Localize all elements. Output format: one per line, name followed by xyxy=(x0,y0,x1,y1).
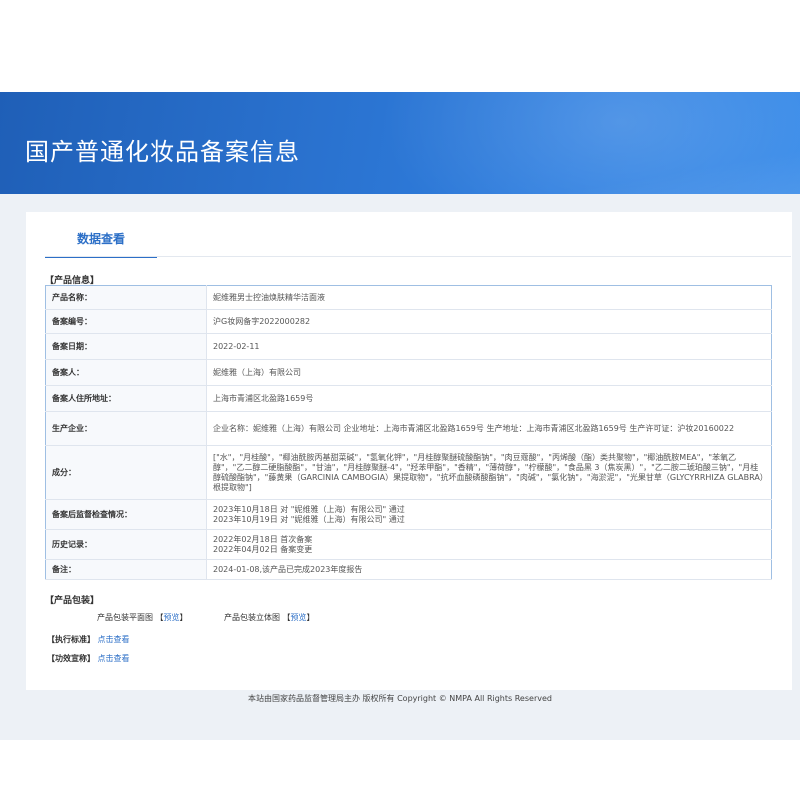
packaging-solid: 产品包装立体图 【预览】 xyxy=(224,613,315,622)
info-row-value: 2024-01-08,该产品已完成2023年度报告 xyxy=(206,559,772,580)
product-info-table: 产品名称： 妮维雅男士控油焕肤精华洁面液 备案编号： 沪G妆网备字2022000282… xyxy=(45,285,772,580)
standard-view-link[interactable]: 点击查看 xyxy=(98,635,130,644)
packaging-flat-preview-link[interactable]: 预览 xyxy=(164,613,180,622)
info-row: 产品名称： 妮维雅男士控油焕肤精华洁面液 xyxy=(45,285,772,310)
info-row-value: 2022-02-11 xyxy=(206,333,772,360)
packaging-solid-preview-link[interactable]: 预览 xyxy=(291,613,307,622)
info-row-value: 2022年02月18日 首次备案 2022年04月02日 备案变更 xyxy=(206,529,772,560)
info-row: 生产企业： 企业名称：妮维雅（上海）有限公司 企业地址：上海市青浦区北盈路1659… xyxy=(45,411,772,446)
efficacy-view-link[interactable]: 点击查看 xyxy=(98,654,130,663)
info-row-label: 备案日期： xyxy=(45,333,207,360)
standard-row: 【执行标准】 点击查看 xyxy=(47,634,130,645)
info-row-value: 2023年10月18日 对 "妮维雅（上海）有限公司" 通过 2023年10月1… xyxy=(206,499,772,530)
info-row: 备案人： 妮维雅（上海）有限公司 xyxy=(45,359,772,386)
info-row-label: 备案人： xyxy=(45,359,207,386)
packaging-flat-label: 产品包装平面图 xyxy=(97,613,153,622)
efficacy-label: 【功效宣称】 xyxy=(47,654,95,663)
info-row: 备案后监督检查情况： 2023年10月18日 对 "妮维雅（上海）有限公司" 通过… xyxy=(45,499,772,530)
standard-label: 【执行标准】 xyxy=(47,635,95,644)
info-row: 备案人住所地址： 上海市青浦区北盈路1659号 xyxy=(45,385,772,412)
tab-divider xyxy=(45,256,791,257)
info-row-value: 企业名称：妮维雅（上海）有限公司 企业地址：上海市青浦区北盈路1659号 生产地… xyxy=(206,411,772,446)
tab-data-view[interactable]: 数据查看 xyxy=(45,226,157,258)
info-row-label: 成分： xyxy=(45,445,207,500)
info-row-label: 备注： xyxy=(45,559,207,580)
info-row-label: 备案编号： xyxy=(45,309,207,334)
info-row-label: 备案后监督检查情况： xyxy=(45,499,207,530)
info-row: 备案编号： 沪G妆网备字2022000282 xyxy=(45,309,772,334)
footer-copyright: 本站由国家药品监督管理局主办 版权所有 Copyright © NMPA All… xyxy=(248,694,552,703)
info-row: 备案日期： 2022-02-11 xyxy=(45,333,772,360)
packaging-solid-label: 产品包装立体图 xyxy=(224,613,280,622)
info-row: 备注： 2024-01-08,该产品已完成2023年度报告 xyxy=(45,559,772,580)
info-row-value: 沪G妆网备字2022000282 xyxy=(206,309,772,334)
info-row-value: 妮维雅男士控油焕肤精华洁面液 xyxy=(206,285,772,310)
info-row-value: ["水"，"月桂酸"，"椰油酰胺丙基甜菜碱"，"氢氧化钾"，"月桂醇聚醚硫酸酯钠… xyxy=(206,445,772,500)
page-title: 国产普通化妆品备案信息 xyxy=(25,138,300,166)
info-row: 成分： ["水"，"月桂酸"，"椰油酰胺丙基甜菜碱"，"氢氧化钾"，"月桂醇聚醚硫… xyxy=(45,445,772,500)
info-row-label: 备案人住所地址： xyxy=(45,385,207,412)
tab-data-view-label: 数据查看 xyxy=(76,232,125,246)
efficacy-row: 【功效宣称】 点击查看 xyxy=(47,653,130,664)
info-row-label: 历史记录： xyxy=(45,529,207,560)
info-row-label: 生产企业： xyxy=(45,411,207,446)
info-row: 历史记录： 2022年02月18日 首次备案 2022年04月02日 备案变更 xyxy=(45,529,772,560)
packaging-flat: 产品包装平面图 【预览】 xyxy=(97,613,188,622)
info-row-value: 妮维雅（上海）有限公司 xyxy=(206,359,772,386)
info-row-label: 产品名称： xyxy=(45,285,207,310)
packaging-heading: 【产品包装】 xyxy=(45,596,100,606)
info-row-value: 上海市青浦区北盈路1659号 xyxy=(206,385,772,412)
